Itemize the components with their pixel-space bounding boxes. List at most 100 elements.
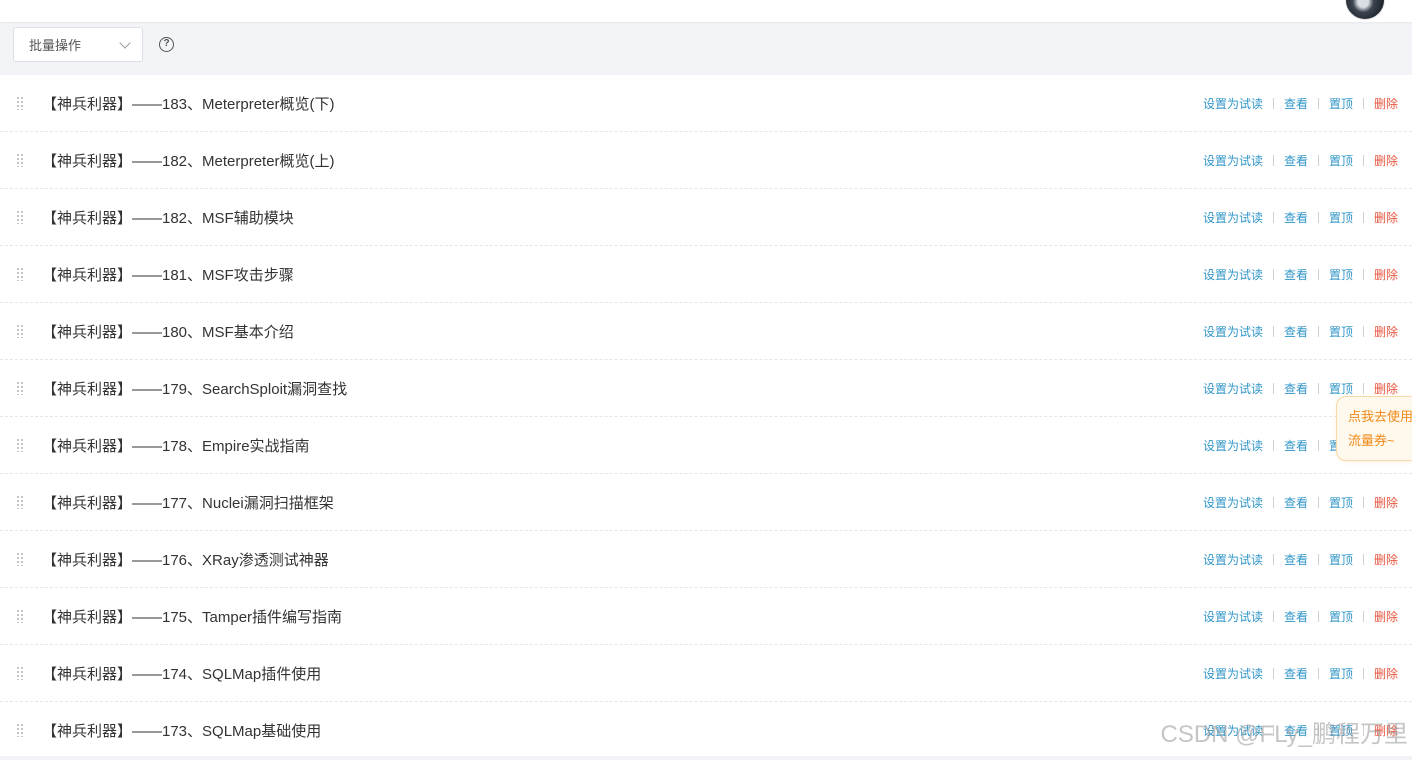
action-divider (1272, 668, 1274, 679)
delete-link[interactable]: 删除 (1374, 551, 1398, 568)
delete-link[interactable]: 删除 (1374, 95, 1398, 112)
list-item: 【神兵利器】——181、MSF攻击步骤 设置为试读 查看 置顶 删除 (0, 246, 1412, 303)
list-item: 【神兵利器】——175、Tamper插件编写指南 设置为试读 查看 置顶 删除 (0, 588, 1412, 645)
delete-link[interactable]: 删除 (1374, 665, 1398, 682)
action-divider (1362, 269, 1364, 280)
row-actions: 设置为试读 查看 置顶 删除 (1203, 494, 1398, 511)
pin-link[interactable]: 置顶 (1329, 722, 1353, 739)
row-actions: 设置为试读 查看 置顶 删除 (1203, 209, 1398, 226)
pin-link[interactable]: 置顶 (1329, 494, 1353, 511)
set-trial-link[interactable]: 设置为试读 (1203, 494, 1263, 511)
delete-link[interactable]: 删除 (1374, 494, 1398, 511)
set-trial-link[interactable]: 设置为试读 (1203, 209, 1263, 226)
row-actions: 设置为试读 查看 置顶 删除 (1203, 551, 1398, 568)
action-divider (1362, 383, 1364, 394)
drag-handle-icon[interactable] (16, 438, 24, 452)
set-trial-link[interactable]: 设置为试读 (1203, 437, 1263, 454)
set-trial-link[interactable]: 设置为试读 (1203, 608, 1263, 625)
view-link[interactable]: 查看 (1284, 152, 1308, 169)
article-title[interactable]: 【神兵利器】——174、SQLMap插件使用 (42, 663, 321, 684)
view-link[interactable]: 查看 (1284, 95, 1308, 112)
set-trial-link[interactable]: 设置为试读 (1203, 323, 1263, 340)
bottom-divider (0, 756, 1412, 760)
view-link[interactable]: 查看 (1284, 323, 1308, 340)
drag-handle-icon[interactable] (16, 324, 24, 338)
action-divider (1317, 668, 1319, 679)
action-divider (1272, 611, 1274, 622)
delete-link[interactable]: 删除 (1374, 266, 1398, 283)
list-item: 【神兵利器】——183、Meterpreter概览(下) 设置为试读 查看 置顶… (0, 75, 1412, 132)
pin-link[interactable]: 置顶 (1329, 323, 1353, 340)
view-link[interactable]: 查看 (1284, 665, 1308, 682)
list-item: 【神兵利器】——177、Nuclei漏洞扫描框架 设置为试读 查看 置顶 删除 (0, 474, 1412, 531)
pin-link[interactable]: 置顶 (1329, 551, 1353, 568)
article-title[interactable]: 【神兵利器】——179、SearchSploit漏洞查找 (42, 378, 347, 399)
set-trial-link[interactable]: 设置为试读 (1203, 266, 1263, 283)
pin-link[interactable]: 置顶 (1329, 95, 1353, 112)
view-link[interactable]: 查看 (1284, 722, 1308, 739)
drag-handle-icon[interactable] (16, 96, 24, 110)
article-title[interactable]: 【神兵利器】——182、Meterpreter概览(上) (42, 150, 335, 171)
action-divider (1317, 611, 1319, 622)
delete-link[interactable]: 删除 (1374, 380, 1398, 397)
view-link[interactable]: 查看 (1284, 551, 1308, 568)
drag-handle-icon[interactable] (16, 723, 24, 737)
set-trial-link[interactable]: 设置为试读 (1203, 722, 1263, 739)
question-circle-icon[interactable]: ? (159, 37, 174, 52)
delete-link[interactable]: 删除 (1374, 722, 1398, 739)
drag-handle-icon[interactable] (16, 381, 24, 395)
pin-link[interactable]: 置顶 (1329, 380, 1353, 397)
list-item: 【神兵利器】——179、SearchSploit漏洞查找 设置为试读 查看 置顶… (0, 360, 1412, 417)
traffic-coupon-widget[interactable]: 点我去使用 流量券~ (1336, 396, 1412, 461)
user-avatar[interactable] (1345, 0, 1385, 20)
article-title[interactable]: 【神兵利器】——183、Meterpreter概览(下) (42, 93, 335, 114)
article-title[interactable]: 【神兵利器】——176、XRay渗透测试神器 (42, 549, 329, 570)
action-divider (1272, 383, 1274, 394)
view-link[interactable]: 查看 (1284, 608, 1308, 625)
article-title[interactable]: 【神兵利器】——173、SQLMap基础使用 (42, 720, 321, 741)
set-trial-link[interactable]: 设置为试读 (1203, 665, 1263, 682)
pin-link[interactable]: 置顶 (1329, 266, 1353, 283)
pin-link[interactable]: 置顶 (1329, 608, 1353, 625)
set-trial-link[interactable]: 设置为试读 (1203, 551, 1263, 568)
delete-link[interactable]: 删除 (1374, 608, 1398, 625)
action-divider (1272, 725, 1274, 736)
set-trial-link[interactable]: 设置为试读 (1203, 380, 1263, 397)
view-link[interactable]: 查看 (1284, 266, 1308, 283)
article-title[interactable]: 【神兵利器】——182、MSF辅助模块 (42, 207, 294, 228)
drag-handle-icon[interactable] (16, 552, 24, 566)
article-title[interactable]: 【神兵利器】——175、Tamper插件编写指南 (42, 606, 342, 627)
view-link[interactable]: 查看 (1284, 437, 1308, 454)
set-trial-link[interactable]: 设置为试读 (1203, 152, 1263, 169)
action-divider (1362, 668, 1364, 679)
drag-handle-icon[interactable] (16, 495, 24, 509)
drag-handle-icon[interactable] (16, 609, 24, 623)
article-title[interactable]: 【神兵利器】——180、MSF基本介绍 (42, 321, 294, 342)
view-link[interactable]: 查看 (1284, 494, 1308, 511)
action-divider (1317, 269, 1319, 280)
action-divider (1317, 554, 1319, 565)
pin-link[interactable]: 置顶 (1329, 152, 1353, 169)
pin-link[interactable]: 置顶 (1329, 209, 1353, 226)
article-title[interactable]: 【神兵利器】——178、Empire实战指南 (42, 435, 310, 456)
action-divider (1272, 440, 1274, 451)
action-divider (1362, 98, 1364, 109)
article-title[interactable]: 【神兵利器】——181、MSF攻击步骤 (42, 264, 294, 285)
drag-handle-icon[interactable] (16, 210, 24, 224)
drag-handle-icon[interactable] (16, 153, 24, 167)
view-link[interactable]: 查看 (1284, 209, 1308, 226)
article-title[interactable]: 【神兵利器】——177、Nuclei漏洞扫描框架 (42, 492, 334, 513)
action-divider (1317, 98, 1319, 109)
view-link[interactable]: 查看 (1284, 380, 1308, 397)
delete-link[interactable]: 删除 (1374, 323, 1398, 340)
delete-link[interactable]: 删除 (1374, 209, 1398, 226)
drag-handle-icon[interactable] (16, 267, 24, 281)
action-divider (1272, 212, 1274, 223)
action-divider (1362, 497, 1364, 508)
set-trial-link[interactable]: 设置为试读 (1203, 95, 1263, 112)
pin-link[interactable]: 置顶 (1329, 665, 1353, 682)
batch-operation-select[interactable]: 批量操作 (13, 27, 143, 62)
action-divider (1362, 155, 1364, 166)
delete-link[interactable]: 删除 (1374, 152, 1398, 169)
drag-handle-icon[interactable] (16, 666, 24, 680)
